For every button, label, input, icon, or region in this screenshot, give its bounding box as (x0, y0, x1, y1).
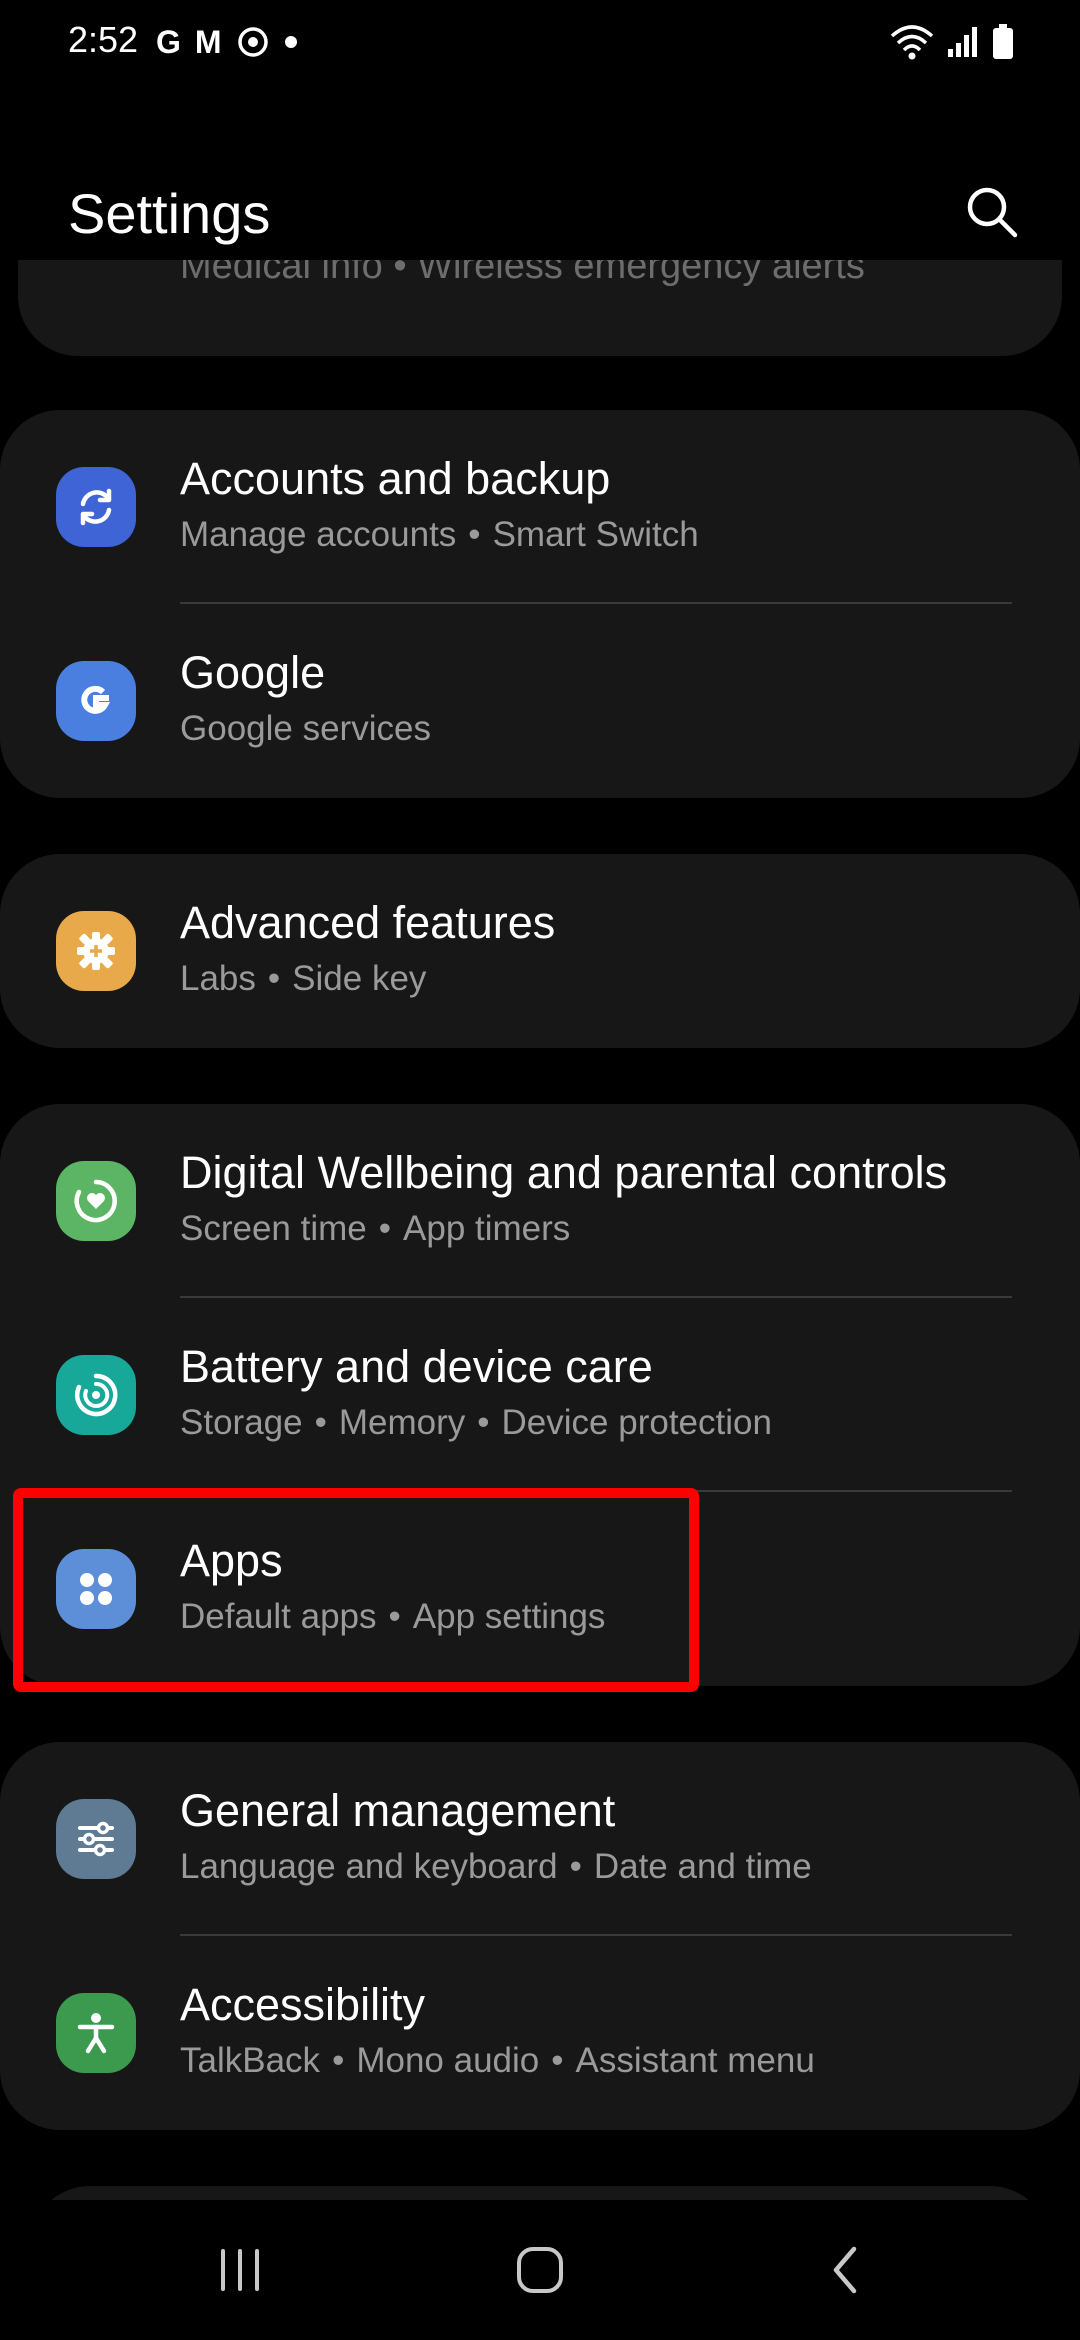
dot-icon (284, 36, 297, 48)
separator-dot: • (267, 959, 281, 998)
subtitle-part: App settings (412, 1597, 606, 1636)
navigation-bar (0, 2200, 1080, 2340)
row-title: Digital Wellbeing and parental controls (180, 1147, 948, 1198)
settings-group-general: General management Language and keyboard… (0, 1742, 1080, 2130)
google-icon: G (156, 24, 181, 60)
separator-dot: • (314, 1403, 327, 1442)
wifi-icon (890, 25, 934, 60)
row-title: Apps (180, 1535, 283, 1586)
setting-digital-wellbeing[interactable]: Digital Wellbeing and parental controls … (0, 1104, 1080, 1298)
separator-dot: • (569, 1847, 582, 1886)
subtitle-part: TalkBack (180, 2041, 321, 2080)
subtitle-part: Google services (180, 709, 431, 748)
row-subtitle: Default apps • App settings (180, 1596, 605, 1638)
subtitle-part: Date and time (593, 1847, 812, 1886)
setting-accounts-and-backup[interactable]: Accounts and backup Manage accounts • Smar… (0, 410, 1080, 604)
subtitle-part: Smart Switch (492, 515, 699, 554)
subtitle-part: Mono audio (356, 2041, 540, 2080)
back-icon (833, 2246, 857, 2294)
subtitle-part: Storage (180, 1403, 303, 1442)
system-icons (890, 20, 1014, 64)
status-time: 2:52 (68, 19, 139, 60)
setting-general-management[interactable]: General management Language and keyboard… (0, 1742, 1080, 1936)
sync-icon (237, 27, 268, 57)
row-subtitle: Google services (180, 708, 431, 750)
row-title: Accessibility (180, 1979, 426, 2030)
separator-dot: • (332, 2041, 345, 2080)
google-icon (56, 661, 136, 741)
signal-icon (948, 27, 977, 57)
row-title: Battery and device care (180, 1341, 653, 1392)
home-icon (517, 2247, 563, 2293)
subtitle-part: Language and keyboard (180, 1847, 558, 1886)
setting-apps[interactable]: Apps Default apps • App settings (0, 1492, 1080, 1686)
subtitle-part: Default apps (180, 1597, 377, 1636)
status-bar: 2:52 G M (0, 0, 1080, 84)
separator-dot: • (468, 515, 481, 554)
battery-icon (993, 24, 1013, 59)
row-title: Google (180, 647, 326, 698)
settings-group-device: Digital Wellbeing and parental controls … (0, 1104, 1080, 1686)
sliders-icon (56, 1799, 136, 1879)
subtitle-part: App timers (403, 1209, 571, 1248)
row-subtitle: Labs • Side key (180, 958, 426, 1000)
separator-dot: • (551, 2041, 564, 2080)
apps-grid-icon (56, 1549, 136, 1629)
setting-accessibility[interactable]: Accessibility TalkBack • Mono audio • Assist… (0, 1936, 1080, 2130)
separator-dot: • (477, 1403, 490, 1442)
device-care-icon (56, 1355, 136, 1435)
row-subtitle: TalkBack • Mono audio • Assistant menu (180, 2040, 815, 2082)
row-subtitle: Manage accounts • Smart Switch (180, 514, 699, 556)
setting-battery-and-device-care[interactable]: Battery and device care Storage • Memory • D… (0, 1298, 1080, 1492)
setting-google[interactable]: Google Google services (0, 604, 1080, 798)
separator-dot: • (378, 1209, 392, 1248)
subtitle-part: Device protection (501, 1403, 772, 1442)
row-subtitle: Storage • Memory • Device protection (180, 1402, 772, 1444)
settings-card-partial[interactable]: Medical info • Wireless emergency alerts (18, 260, 1062, 356)
subtitle-part: Side key (292, 959, 427, 998)
subtitle-part: Labs (180, 959, 256, 998)
notification-icons: G M (156, 20, 298, 64)
gear-plus-icon (56, 911, 136, 991)
accessibility-icon (56, 1993, 136, 2073)
row-subtitle: Screen time • App timers (180, 1208, 570, 1250)
subtitle-part: Screen time (180, 1209, 367, 1248)
subtitle-part: Assistant menu (575, 2041, 815, 2080)
recents-button[interactable] (190, 2230, 290, 2310)
row-subtitle: Language and keyboard • Date and time (180, 1846, 812, 1888)
home-button[interactable] (490, 2230, 590, 2310)
heart-circle-icon (56, 1161, 136, 1241)
subtitle-part: Memory (338, 1403, 466, 1442)
separator-dot: • (388, 1597, 401, 1636)
search-button[interactable] (960, 180, 1024, 244)
row-title: Accounts and backup (180, 453, 611, 504)
row-subtitle: Medical info • Wireless emergency alerts (180, 260, 865, 287)
subtitle-part: Manage accounts (180, 515, 457, 554)
gmail-icon: M (194, 24, 222, 60)
page-title: Settings (68, 182, 271, 245)
back-button[interactable] (796, 2230, 896, 2310)
row-title: Advanced features (180, 897, 556, 948)
row-title: General management (180, 1785, 616, 1836)
setting-advanced-features[interactable]: Advanced features Labs • Side key (0, 854, 1080, 1048)
search-icon (967, 187, 1018, 238)
settings-group-advanced: Advanced features Labs • Side key (0, 854, 1080, 1048)
recents-icon (221, 2249, 259, 2291)
settings-group-accounts: Accounts and backup Manage accounts • Smar… (0, 410, 1080, 798)
sync-icon (56, 467, 136, 547)
